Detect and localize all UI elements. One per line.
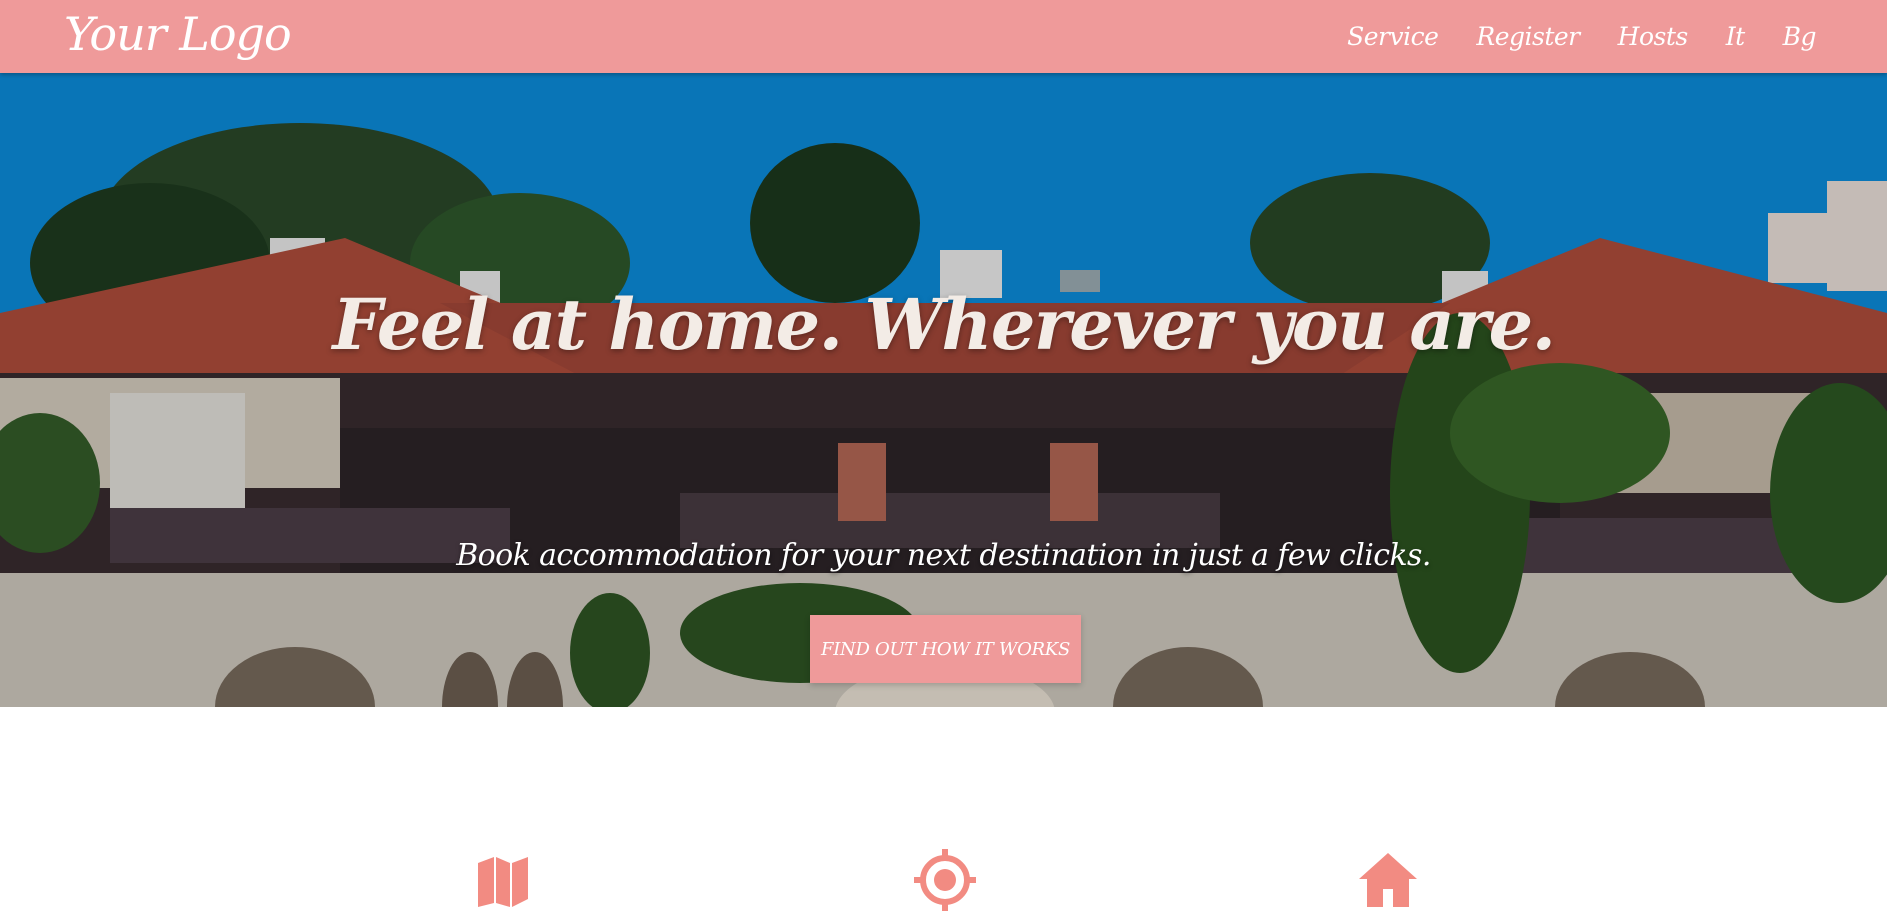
nav-link-service[interactable]: Service: [1347, 22, 1439, 51]
features-section: [0, 707, 1887, 916]
nav-link-it[interactable]: It: [1726, 22, 1745, 51]
logo[interactable]: Your Logo: [64, 4, 292, 64]
nav-link-register[interactable]: Register: [1476, 22, 1580, 51]
nav-item-it: It: [1726, 22, 1745, 51]
home-icon: [1357, 849, 1419, 911]
navbar: Your Logo Service Register Hosts It Bg: [0, 0, 1887, 73]
nav-item-hosts: Hosts: [1618, 22, 1689, 51]
crosshair-icon: [914, 849, 976, 911]
find-out-how-it-works-button[interactable]: FIND OUT HOW IT WORKS: [810, 615, 1081, 683]
map-icon: [472, 849, 534, 911]
hero-subtitle: Book accommodation for your next destina…: [456, 538, 1431, 573]
nav-item-register: Register: [1476, 22, 1580, 51]
hero-section: Feel at home. Wherever you are. Book acc…: [0, 73, 1887, 707]
nav-link-bg[interactable]: Bg: [1783, 22, 1817, 51]
nav-item-bg: Bg: [1783, 22, 1817, 51]
hero-title: Feel at home. Wherever you are.: [332, 283, 1556, 366]
nav-link-hosts[interactable]: Hosts: [1618, 22, 1689, 51]
nav-links: Service Register Hosts It Bg: [1347, 0, 1816, 73]
hero-overlay: [0, 73, 1887, 707]
nav-item-service: Service: [1347, 22, 1439, 51]
